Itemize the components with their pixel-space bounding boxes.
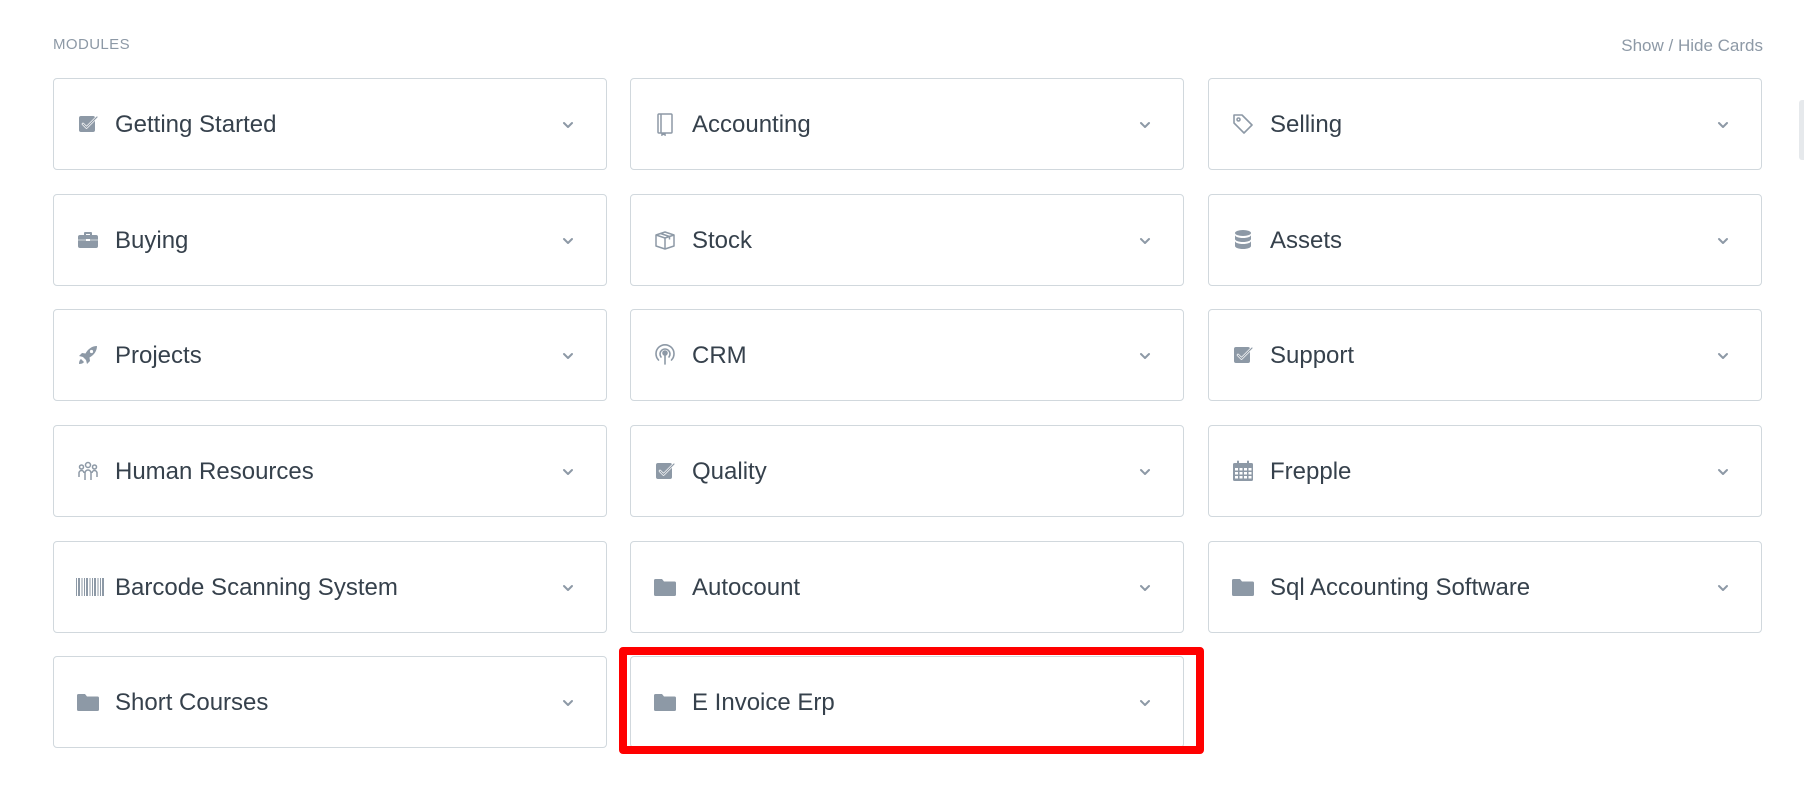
- chevron-down-icon[interactable]: [560, 117, 576, 133]
- module-card-sql-accounting-software[interactable]: Sql Accounting Software: [1208, 541, 1762, 633]
- module-card-label: Assets: [1270, 227, 1343, 254]
- users-icon: [76, 459, 100, 483]
- module-card-crm[interactable]: CRM: [630, 309, 1184, 401]
- chevron-down-icon[interactable]: [560, 348, 576, 364]
- chevron-down-icon[interactable]: [560, 233, 576, 249]
- module-card-label: Selling: [1270, 111, 1343, 138]
- module-card-assets[interactable]: Assets: [1208, 194, 1762, 286]
- module-card-label: CRM: [692, 342, 747, 369]
- module-card-human-resources[interactable]: Human Resources: [53, 425, 607, 517]
- module-card-label: Getting Started: [115, 111, 277, 138]
- module-card-label: Barcode Scanning System: [115, 574, 398, 601]
- database-icon: [1231, 228, 1255, 252]
- chevron-down-icon[interactable]: [560, 580, 576, 596]
- module-card-accounting[interactable]: Accounting: [630, 78, 1184, 170]
- module-card-label: Short Courses: [115, 689, 269, 716]
- briefcase-icon: [76, 228, 100, 252]
- module-card-getting-started[interactable]: Getting Started: [53, 78, 607, 170]
- chevron-down-icon[interactable]: [1137, 580, 1153, 596]
- checkbox-icon: [653, 459, 677, 483]
- module-card-autocount[interactable]: Autocount: [630, 541, 1184, 633]
- module-card-support[interactable]: Support: [1208, 309, 1762, 401]
- tag-icon: [1231, 112, 1255, 136]
- show-hide-cards-link[interactable]: Show / Hide Cards: [1621, 36, 1763, 56]
- chevron-down-icon[interactable]: [1715, 464, 1731, 480]
- podcast-icon: [653, 343, 677, 367]
- book-icon: [653, 112, 677, 136]
- module-card-label: E Invoice Erp: [692, 689, 835, 716]
- module-card-label: Quality: [692, 458, 767, 485]
- module-card-buying[interactable]: Buying: [53, 194, 607, 286]
- chevron-down-icon[interactable]: [1715, 348, 1731, 364]
- module-card-label: Support: [1270, 342, 1355, 369]
- chevron-down-icon[interactable]: [1137, 233, 1153, 249]
- chevron-down-icon[interactable]: [1715, 117, 1731, 133]
- chevron-down-icon[interactable]: [1137, 464, 1153, 480]
- module-card-stock[interactable]: Stock: [630, 194, 1184, 286]
- module-card-barcode-scanning-system[interactable]: Barcode Scanning System: [53, 541, 607, 633]
- chevron-down-icon[interactable]: [1137, 117, 1153, 133]
- module-card-e-invoice-erp[interactable]: E Invoice Erp: [630, 656, 1184, 748]
- folder-icon: [76, 690, 100, 714]
- section-header: MODULES Show / Hide Cards: [53, 36, 1763, 56]
- folder-icon: [1231, 575, 1255, 599]
- calendar-icon: [1231, 459, 1255, 483]
- modules-page: MODULES Show / Hide Cards Getting Starte…: [0, 0, 1804, 810]
- chevron-down-icon[interactable]: [1137, 348, 1153, 364]
- chevron-down-icon[interactable]: [1715, 233, 1731, 249]
- chevron-down-icon[interactable]: [560, 695, 576, 711]
- module-card-label: Frepple: [1270, 458, 1352, 485]
- module-card-label: Sql Accounting Software: [1270, 574, 1531, 601]
- barcode-icon: [76, 575, 104, 599]
- chevron-down-icon[interactable]: [1715, 580, 1731, 596]
- folder-icon: [653, 575, 677, 599]
- module-card-label: Projects: [115, 342, 202, 369]
- box-icon: [653, 228, 677, 252]
- module-card-projects[interactable]: Projects: [53, 309, 607, 401]
- module-card-label: Buying: [115, 227, 189, 254]
- module-card-label: Human Resources: [115, 458, 314, 485]
- module-card-label: Stock: [692, 227, 753, 254]
- checkbox-icon: [76, 112, 100, 136]
- module-card-short-courses[interactable]: Short Courses: [53, 656, 607, 748]
- rocket-icon: [76, 343, 100, 367]
- scrollbar-edge[interactable]: [1799, 100, 1804, 160]
- module-card-label: Autocount: [692, 574, 801, 601]
- checkbox-icon: [1231, 343, 1255, 367]
- module-card-label: Accounting: [692, 111, 811, 138]
- module-card-frepple[interactable]: Frepple: [1208, 425, 1762, 517]
- module-card-quality[interactable]: Quality: [630, 425, 1184, 517]
- folder-icon: [653, 690, 677, 714]
- chevron-down-icon[interactable]: [560, 464, 576, 480]
- module-card-selling[interactable]: Selling: [1208, 78, 1762, 170]
- chevron-down-icon[interactable]: [1137, 695, 1153, 711]
- section-title: MODULES: [53, 36, 130, 53]
